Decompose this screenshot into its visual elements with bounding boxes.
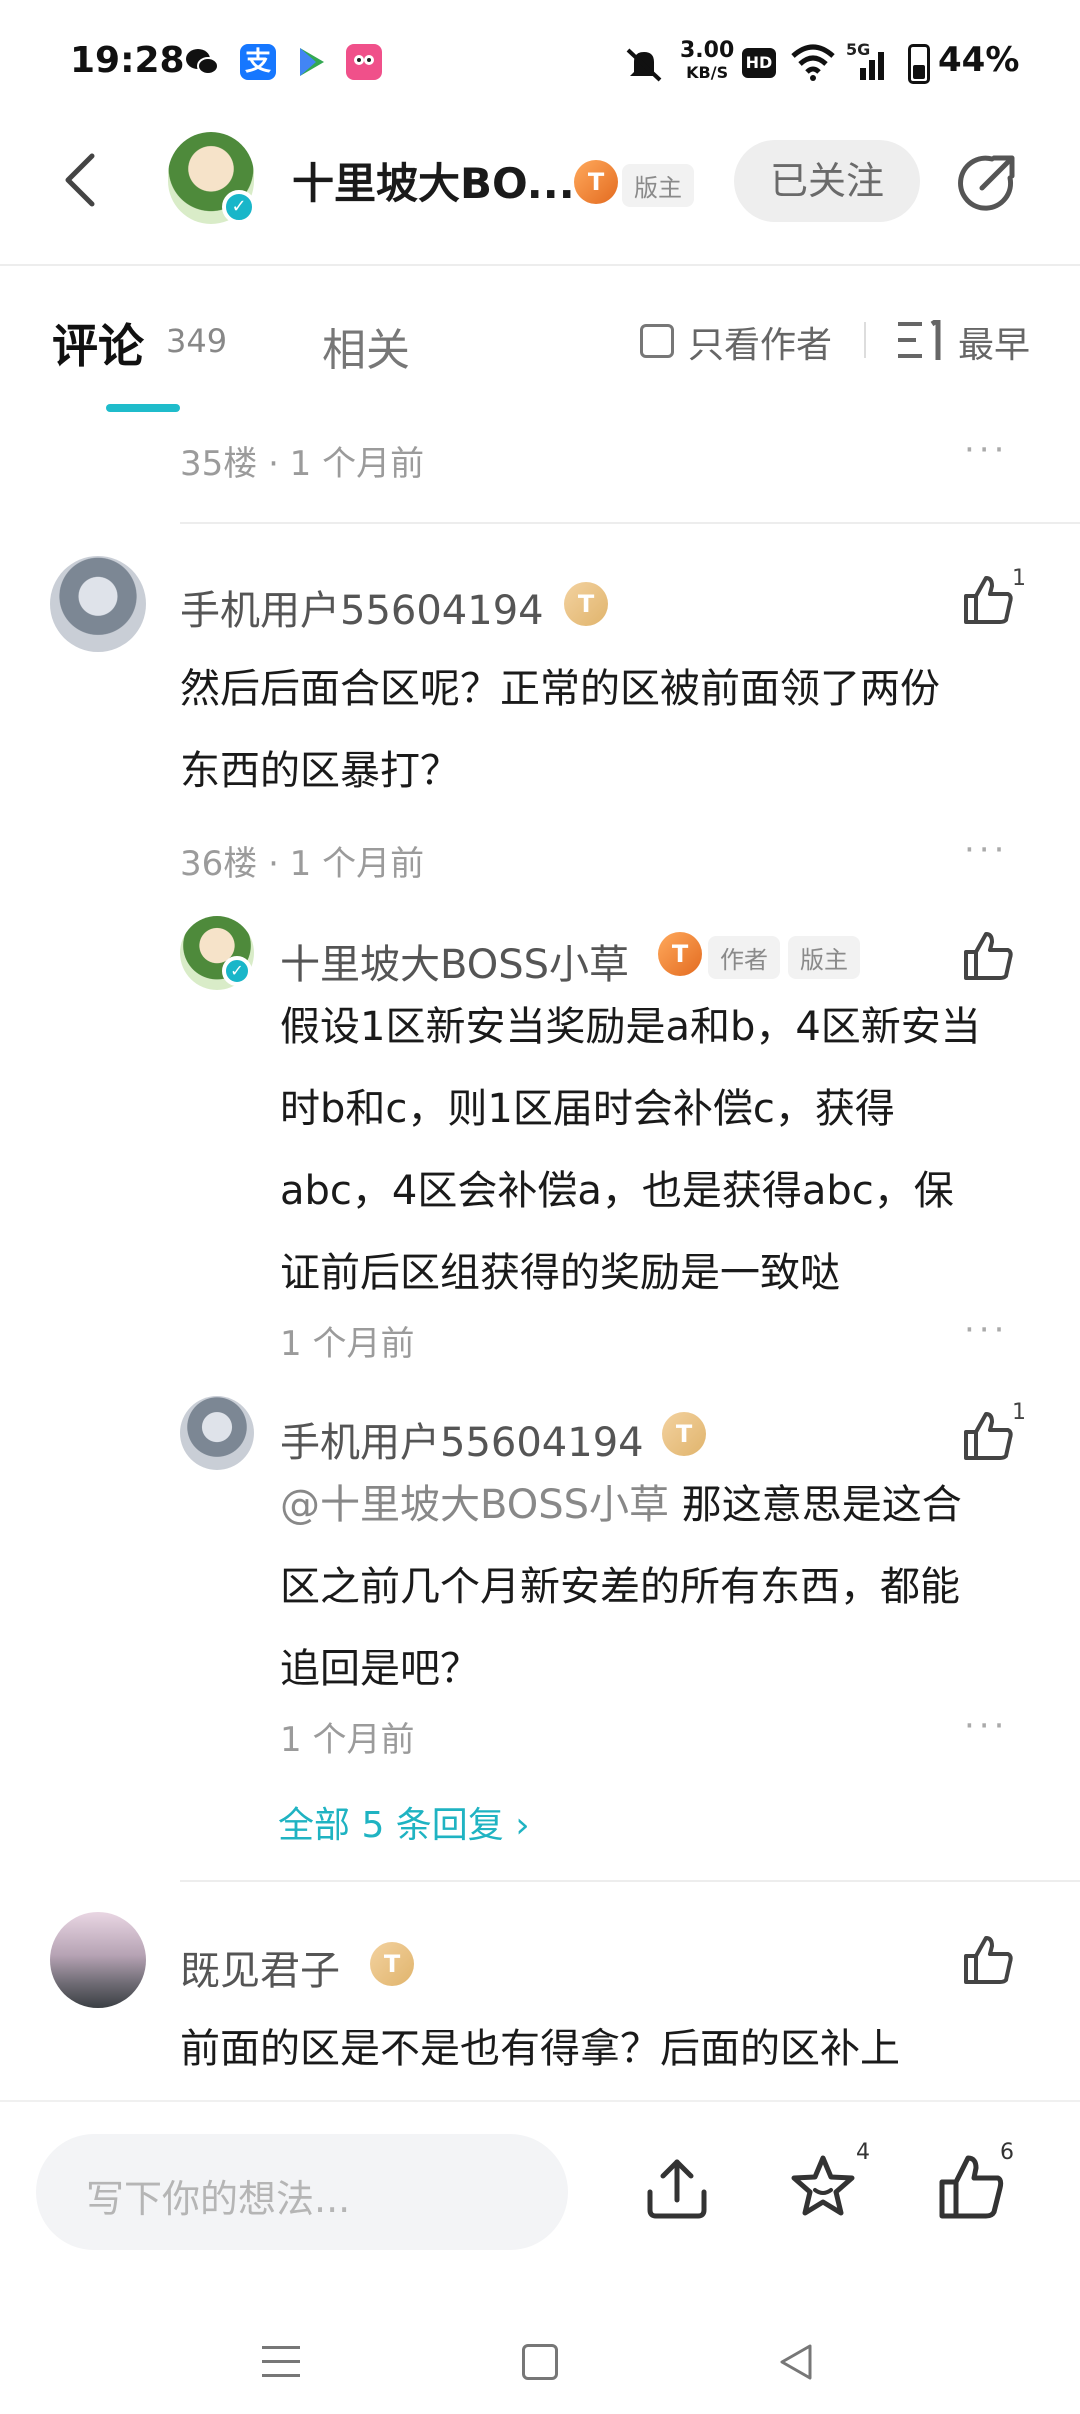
tab-separator [864,322,866,358]
sort-icon[interactable] [898,315,944,360]
menu-icon[interactable] [262,2344,300,2380]
reply-line: 假设1区新安当奖励是a和b，4区新安当 [280,1004,981,1050]
reply-line: 证前后区组获得的奖励是一致哒 [280,1250,840,1296]
like-count: 1 [1012,566,1026,591]
alipay-icon: 支 [240,44,276,80]
hd-icon: HD [742,48,776,78]
back-nav-icon[interactable] [776,2342,816,2382]
favorite-count: 4 [856,2140,870,2165]
reply-line: 时b和c，则1区届时会补偿c，获得 [280,1086,895,1132]
tab-related[interactable]: 相关 [322,314,410,378]
level-badge: T [574,160,618,204]
status-time: 19:28 [70,40,185,81]
mention-link[interactable]: @十里坡大BOSS小草 [280,1482,669,1528]
more-icon[interactable]: ··· [964,430,1008,470]
like-count: 1 [1012,1400,1026,1425]
wechat-icon [184,44,220,80]
level-badge: T [370,1942,414,1986]
level-badge: T [662,1412,706,1456]
page-title[interactable]: 十里坡大BO... [292,150,575,211]
comment-username[interactable]: 既见君子 [180,1938,340,1996]
speed-value: 3.00 [680,38,735,63]
comment-text: 然后后面合区呢？正常的区被前面领了两份 东西的区暴打？ [180,648,940,812]
tab-comments[interactable]: 评论 [52,310,144,376]
comment-line: 前面的区是不是也有得拿？后面的区补上 [180,2026,900,2072]
like-icon[interactable] [962,574,1014,626]
share-icon[interactable] [642,2154,712,2224]
home-icon[interactable] [522,2344,558,2380]
header-divider [0,264,1080,266]
battery-level: 44% [938,40,1020,80]
speed-unit: KB/S [686,63,729,82]
comment-username[interactable]: 手机用户55604194 [180,578,544,636]
comment-meta: 36楼 · 1 个月前 [180,844,425,884]
comment-divider [180,522,1080,524]
mute-icon [622,42,666,86]
user-avatar[interactable] [50,556,146,652]
comment-count: 349 [166,322,228,360]
reply-text: 假设1区新安当奖励是a和b，4区新安当 时b和c，则1区届时会补偿c，获得 ab… [280,986,981,1314]
more-icon[interactable]: ··· [964,1706,1008,1746]
reply-meta: 1 个月前 [280,1324,415,1364]
verified-icon: ✓ [222,956,252,986]
favorite-icon[interactable] [788,2152,858,2222]
all-replies-link[interactable]: 全部 5 条回复 › [278,1796,530,1848]
more-icon[interactable]: ··· [964,830,1008,870]
reply-username[interactable]: 手机用户55604194 [280,1410,644,1468]
comment-line: 然后后面合区呢？正常的区被前面领了两份 [180,666,940,712]
reply-avatar[interactable] [180,1396,254,1470]
comment-text: 前面的区是不是也有得拿？后面的区补上 [180,2008,900,2090]
back-button[interactable] [58,150,102,210]
level-badge: T [564,582,608,626]
more-icon[interactable]: ··· [964,1310,1008,1350]
reply-line: 区之前几个月新安差的所有东西，都能 [280,1564,960,1610]
like-icon[interactable] [962,1410,1014,1462]
comment-line: 东西的区暴打？ [180,748,460,794]
reply-line: 追回是吧？ [280,1646,480,1692]
author-tag: 作者 [708,936,780,979]
wifi-icon [790,44,836,82]
moderator-tag: 版主 [622,164,694,207]
only-author-label[interactable]: 只看作者 [688,316,832,368]
like-icon[interactable] [936,2152,1006,2222]
network-speed: 3.00 KB/S [680,40,734,84]
signal-icon: 5G [846,40,892,84]
follow-button[interactable]: 已关注 [734,140,920,222]
reply-line: @十里坡大BOSS小草 那这意思是这合 [280,1464,962,1546]
reply-username[interactable]: 十里坡大BOSS小草 [280,932,629,990]
battery-icon [908,44,930,84]
reply-text: @十里坡大BOSS小草 那这意思是这合 区之前几个月新安差的所有东西，都能 追回… [280,1464,962,1710]
app-icon [346,44,382,80]
verified-icon: ✓ [222,190,256,224]
only-author-checkbox[interactable] [640,324,674,358]
comment-meta: 35楼 · 1 个月前 [180,444,425,484]
sort-label[interactable]: 最早 [958,316,1030,368]
share-button[interactable] [954,150,1020,216]
reply-line: abc，4区会补偿a，也是获得abc，保 [280,1168,954,1214]
comment-input-placeholder[interactable]: 写下你的想法... [86,2168,350,2223]
like-icon[interactable] [962,930,1014,982]
like-icon[interactable] [962,1934,1014,1986]
like-count: 6 [1000,2140,1014,2165]
active-tab-indicator [106,404,180,412]
moderator-tag: 版主 [788,936,860,979]
reply-line-rest: 那这意思是这合 [669,1482,962,1528]
user-avatar[interactable] [50,1912,146,2008]
level-badge: T [658,932,702,976]
reply-meta: 1 个月前 [280,1720,415,1760]
comment-divider [180,1880,1080,1882]
play-store-icon [294,44,330,80]
